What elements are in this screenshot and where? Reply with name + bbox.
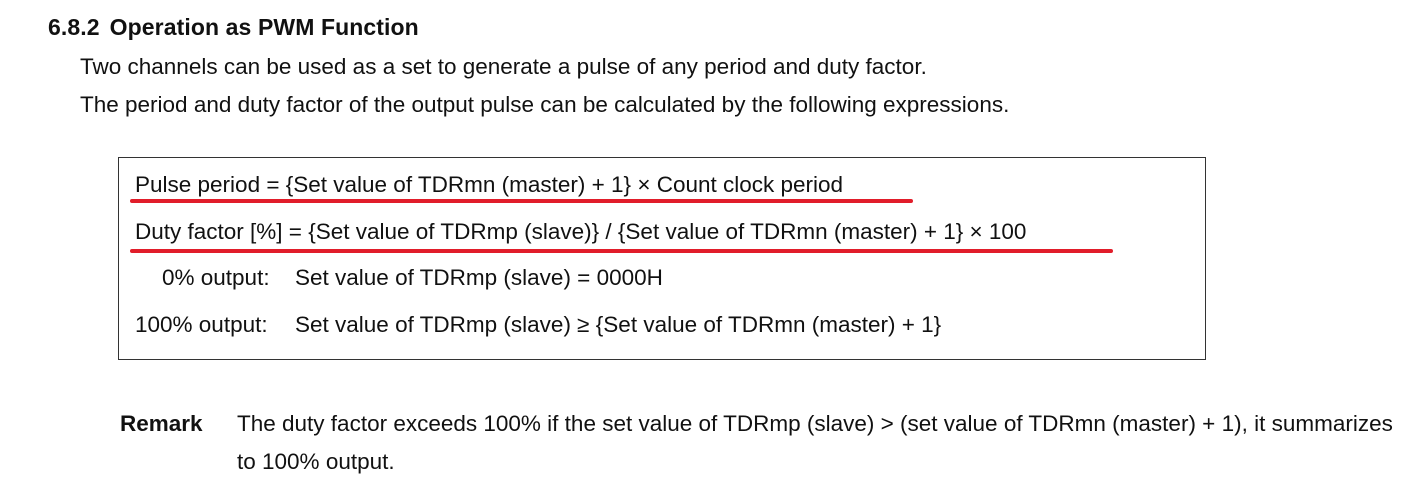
pulse-period-underline-annotation bbox=[130, 199, 913, 203]
zero-percent-output-label: 0% output: bbox=[162, 265, 270, 290]
remark-label: Remark bbox=[120, 411, 203, 436]
duty-factor-underline-annotation bbox=[130, 249, 1113, 253]
remark-text: The duty factor exceeds 100% if the set … bbox=[237, 411, 1393, 474]
pulse-period-formula: Pulse period = {Set value of TDRmn (mast… bbox=[135, 172, 844, 197]
duty-factor-formula: Duty factor [%] = {Set value of TDRmp (s… bbox=[135, 219, 1027, 244]
intro-paragraph-1: Two channels can be used as a set to gen… bbox=[80, 54, 927, 79]
full-percent-output-label: 100% output: bbox=[135, 312, 268, 337]
full-percent-output-line: 100% output: Set value of TDRmp (slave) ≥… bbox=[135, 312, 941, 338]
zero-percent-output-line: 0% output: Set value of TDRmp (slave) = 0… bbox=[162, 265, 663, 291]
formula-box: Pulse period = {Set value of TDRmn (mast… bbox=[118, 157, 1206, 360]
zero-percent-output-expression: Set value of TDRmp (slave) = 0000H bbox=[295, 265, 663, 290]
full-percent-output-expression: Set value of TDRmp (slave) ≥ {Set value … bbox=[295, 312, 942, 337]
section-heading: 6.8.2 Operation as PWM Function bbox=[48, 14, 419, 41]
section-title: Operation as PWM Function bbox=[109, 14, 419, 40]
intro-paragraph-2: The period and duty factor of the output… bbox=[80, 92, 1010, 117]
section-number: 6.8.2 bbox=[48, 14, 100, 40]
